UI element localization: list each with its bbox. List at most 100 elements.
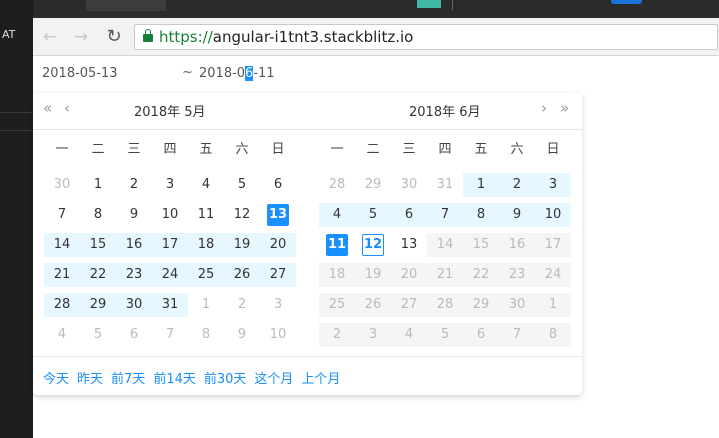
day-cell[interactable]: 10	[152, 203, 188, 227]
day-cell[interactable]: 6	[116, 323, 152, 347]
day-cell: 23	[499, 263, 535, 287]
day-cell[interactable]: 2	[116, 173, 152, 197]
day-cell: 16	[499, 233, 535, 257]
day-cell[interactable]: 4	[319, 203, 355, 227]
day-cell[interactable]: 24	[152, 263, 188, 287]
day-cell[interactable]: 22	[80, 263, 116, 287]
day-cell[interactable]: 29	[355, 173, 391, 197]
ide-tab[interactable]	[86, 0, 166, 11]
day-cell[interactable]: 16	[116, 233, 152, 257]
day-cell[interactable]: 9	[499, 203, 535, 227]
preset-link[interactable]: 前30天	[204, 372, 247, 387]
day-cell[interactable]: 14	[44, 233, 80, 257]
day-number: 14	[436, 237, 454, 252]
day-cell[interactable]: 1	[463, 173, 499, 197]
preset-link[interactable]: 前14天	[153, 372, 196, 387]
address-bar[interactable]: https://angular-i1tnt3.stackblitz.io	[134, 24, 718, 50]
left-month-title[interactable]: 2018年 5月	[134, 101, 206, 120]
prev-year-icon[interactable]: «	[43, 99, 52, 117]
day-cell[interactable]: 25	[188, 263, 224, 287]
back-arrow-icon[interactable]: ←	[40, 27, 60, 47]
day-cell[interactable]: 4	[188, 173, 224, 197]
day-cell[interactable]: 29	[80, 293, 116, 317]
day-cell[interactable]: 2	[499, 173, 535, 197]
weekday-header: 六	[235, 142, 249, 157]
preset-link[interactable]: 昨天	[77, 372, 103, 387]
day-cell[interactable]: 18	[188, 233, 224, 257]
day-cell[interactable]: 5	[355, 203, 391, 227]
day-cell[interactable]: 3	[152, 173, 188, 197]
day-cell[interactable]: 9	[224, 323, 260, 347]
right-month-title[interactable]: 2018年 6月	[409, 101, 481, 120]
day-number: 11	[326, 234, 348, 256]
day-cell[interactable]: 17	[152, 233, 188, 257]
forward-arrow-icon[interactable]: →	[71, 27, 91, 47]
day-cell[interactable]: 20	[260, 233, 296, 257]
day-cell[interactable]: 19	[224, 233, 260, 257]
weekday-header: 三	[402, 142, 416, 157]
day-cell[interactable]: 30	[116, 293, 152, 317]
day-cell[interactable]: 7	[44, 203, 80, 227]
day-cell[interactable]: 5	[224, 173, 260, 197]
day-cell[interactable]: 12	[355, 233, 391, 257]
day-cell[interactable]: 23	[116, 263, 152, 287]
day-cell[interactable]: 1	[188, 293, 224, 317]
end-date-input[interactable]: 2018-06-11	[199, 66, 275, 81]
day-cell[interactable]: 15	[80, 233, 116, 257]
day-cell[interactable]: 10	[260, 323, 296, 347]
day-number: 4	[332, 207, 342, 222]
day-cell[interactable]: 11	[188, 203, 224, 227]
next-year-icon[interactable]: »	[560, 99, 569, 117]
day-cell[interactable]: 21	[44, 263, 80, 287]
weekday-header: 六	[510, 142, 524, 157]
reload-icon[interactable]: ↻	[104, 27, 124, 47]
date-range-input[interactable]: 2018-05-13 ~ 2018-06-11	[33, 56, 582, 93]
day-cell[interactable]: 30	[391, 173, 427, 197]
day-number: 5	[368, 207, 378, 222]
day-cell[interactable]: 26	[224, 263, 260, 287]
day-cell[interactable]: 31	[427, 173, 463, 197]
day-cell[interactable]: 12	[224, 203, 260, 227]
day-cell[interactable]: 28	[319, 173, 355, 197]
day-cell[interactable]: 2	[224, 293, 260, 317]
start-date-input[interactable]: 2018-05-13	[42, 66, 118, 81]
day-cell[interactable]: 6	[260, 173, 296, 197]
day-cell[interactable]: 6	[391, 203, 427, 227]
day-cell[interactable]: 8	[80, 203, 116, 227]
day-cell[interactable]: 3	[260, 293, 296, 317]
day-cell[interactable]: 13	[260, 203, 296, 227]
day-cell[interactable]: 7	[427, 203, 463, 227]
url-text[interactable]: https://angular-i1tnt3.stackblitz.io	[159, 28, 413, 47]
url-host: angular-i1tnt3.stackblitz.io	[212, 28, 414, 46]
preset-link[interactable]: 这个月	[254, 372, 293, 387]
day-cell[interactable]: 13	[391, 233, 427, 257]
prev-month-icon[interactable]: ‹	[64, 99, 70, 117]
preset-link[interactable]: 上个月	[301, 372, 340, 387]
day-cell[interactable]: 7	[152, 323, 188, 347]
day-cell[interactable]: 31	[152, 293, 188, 317]
next-month-icon[interactable]: ›	[541, 99, 547, 117]
day-cell[interactable]: 8	[188, 323, 224, 347]
day-cell[interactable]: 11	[319, 233, 355, 257]
day-cell[interactable]: 9	[116, 203, 152, 227]
day-cell: 18	[319, 263, 355, 287]
preset-link[interactable]: 前7天	[111, 372, 145, 387]
day-cell[interactable]: 8	[463, 203, 499, 227]
day-cell[interactable]: 3	[535, 173, 571, 197]
day-cell[interactable]: 10	[535, 203, 571, 227]
day-number: 30	[53, 177, 71, 192]
day-cell[interactable]: 1	[80, 173, 116, 197]
day-cell[interactable]: 27	[260, 263, 296, 287]
day-cell[interactable]: 4	[44, 323, 80, 347]
day-cell[interactable]: 5	[80, 323, 116, 347]
weekday-header: 日	[546, 142, 560, 157]
day-number: 28	[436, 297, 454, 312]
preset-link[interactable]: 今天	[43, 372, 69, 387]
day-cell: 25	[319, 293, 355, 317]
day-cell[interactable]: 28	[44, 293, 80, 317]
ide-action-button[interactable]	[611, 0, 642, 4]
day-number: 2	[237, 297, 247, 312]
day-cell[interactable]: 30	[44, 173, 80, 197]
lock-icon[interactable]	[143, 29, 153, 42]
day-number: 9	[512, 207, 522, 222]
